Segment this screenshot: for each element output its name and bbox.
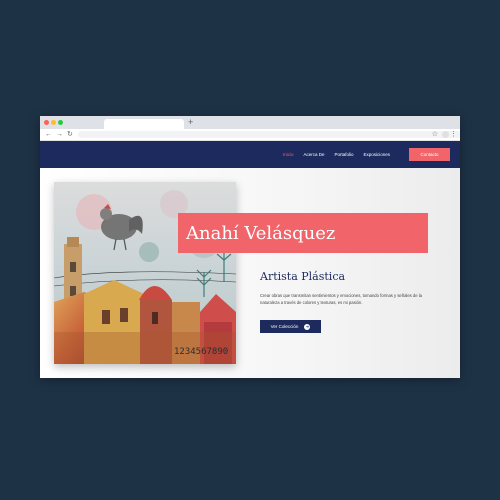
- new-tab-icon[interactable]: +: [188, 116, 193, 129]
- view-collection-label: Ver Colección: [270, 324, 299, 329]
- forward-icon[interactable]: →: [56, 129, 63, 140]
- site-header: Inicio Acerca De Portafolio Exposiciones…: [40, 141, 460, 168]
- artist-name: Anahí Velásquez: [186, 222, 336, 244]
- browser-menu-icon[interactable]: ⋮: [450, 129, 457, 140]
- main-menu: Inicio Acerca De Portafolio Exposiciones: [283, 141, 390, 168]
- painting-number-text: 1234567890: [174, 347, 228, 357]
- view-collection-button[interactable]: Ver Colección ➜: [260, 320, 321, 333]
- artist-subtitle: Artista Plástica: [260, 270, 346, 283]
- hero-section: 1234567890 Anahí Velásquez Artista Plást…: [40, 168, 460, 378]
- back-icon[interactable]: ←: [45, 129, 52, 140]
- bookmark-star-icon[interactable]: ☆: [432, 129, 438, 140]
- close-window-dot[interactable]: [44, 120, 49, 125]
- address-bar[interactable]: [78, 131, 460, 138]
- menu-item-inicio[interactable]: Inicio: [283, 152, 294, 157]
- artist-name-banner: Anahí Velásquez: [178, 213, 428, 253]
- menu-item-acerca-de[interactable]: Acerca De: [303, 152, 324, 157]
- artist-description: Crear obras que transmitan sentimientos …: [260, 293, 422, 305]
- minimize-window-dot[interactable]: [51, 120, 56, 125]
- browser-toolbar: ← → ↻ ☆ ⋮: [40, 129, 460, 141]
- browser-tab[interactable]: [104, 119, 184, 129]
- tab-bar: +: [40, 116, 460, 129]
- contact-button[interactable]: Contacto: [409, 148, 450, 161]
- profile-icon[interactable]: [442, 131, 449, 138]
- arrow-right-circle-icon: ➜: [304, 323, 311, 330]
- menu-item-exposiciones[interactable]: Exposiciones: [363, 152, 390, 157]
- painting-image: 1234567890: [54, 182, 236, 364]
- menu-item-portafolio[interactable]: Portafolio: [334, 152, 353, 157]
- maximize-window-dot[interactable]: [58, 120, 63, 125]
- reload-icon[interactable]: ↻: [67, 129, 73, 140]
- browser-window: + ← → ↻ ☆ ⋮ Inicio Acerca De Portafolio …: [40, 116, 460, 378]
